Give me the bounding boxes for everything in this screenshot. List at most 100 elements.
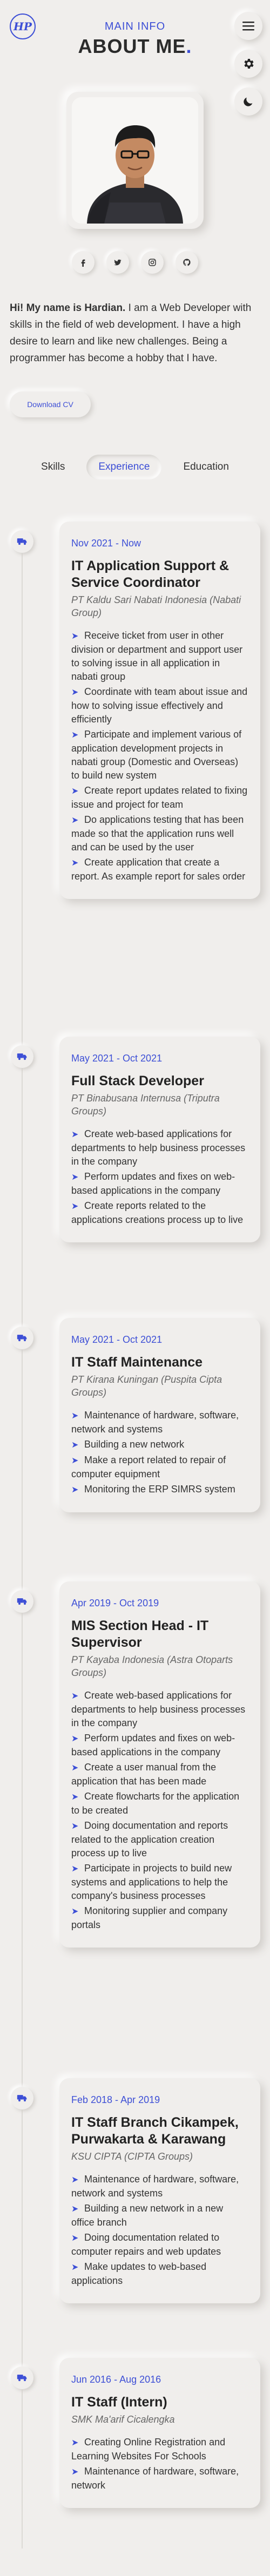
intro-paragraph: Hi! My name is Hardian. I am a Web Devel… [10,300,260,367]
experience-company: KSU CIPTA (CIPTA Groups) [71,2151,193,2162]
intro-greeting: Hi! My name is Hardian. [10,302,126,314]
duty-item: ➤ Coordinate with team about issue and ho… [71,686,248,725]
experience-role: IT Staff Branch Cikampek, Purwakarta & K… [71,2115,239,2147]
facebook-link[interactable] [72,251,94,274]
duty-item: ➤ Maintenance of hardware, software, netw… [71,2466,239,2491]
truck-icon [17,538,27,545]
send-icon: ➤ [71,1202,79,1211]
gear-icon [244,59,254,69]
experience-role: Full Stack Developer [71,1073,204,1088]
experience-period: Nov 2021 - Now [71,538,141,549]
send-icon: ➤ [71,1907,79,1916]
send-icon: ➤ [71,816,79,825]
experience-card: May 2021 - Oct 2021 IT Staff Maintenance… [59,1318,260,1512]
social-links [0,251,270,274]
send-icon: ➤ [71,858,79,868]
timeline-marker [11,2087,33,2110]
send-icon: ➤ [71,1763,79,1773]
send-icon: ➤ [71,731,79,740]
experience-card: Apr 2019 - Oct 2019 MIS Section Head - I… [59,1581,260,1948]
settings-button[interactable] [234,50,262,78]
experience-role: MIS Section Head - IT Supervisor [71,1618,209,1650]
send-icon: ➤ [71,1485,79,1495]
duty-item: ➤ Create a user manual from the applicati… [71,1762,217,1787]
send-icon: ➤ [71,1411,79,1421]
duty-item: ➤ Create web-based applications for depar… [71,1690,246,1728]
section-tabs: Skills Experience Education [0,455,270,479]
experience-duties: ➤ Maintenance of hardware, software, netw… [71,2173,248,2288]
duty-item: ➤ Maintenance of hardware, software, netw… [71,2174,239,2199]
send-icon: ➤ [71,1456,79,1465]
duty-item: ➤ Doing documentation and reports related… [71,1820,228,1858]
portrait-photo [72,97,198,224]
tab-education[interactable]: Education [171,455,241,479]
theme-toggle-button[interactable] [234,87,262,116]
instagram-icon [148,259,156,266]
timeline-line [22,540,23,2548]
duty-item: ➤ Create flowcharts for the application t… [71,1791,240,1816]
experience-card: Jun 2016 - Aug 2016 IT Staff (Intern) SM… [59,2358,260,2508]
instagram-link[interactable] [141,251,164,274]
experience-duties: ➤ Maintenance of hardware, software, netw… [71,1409,248,1497]
twitter-link[interactable] [106,251,129,274]
truck-icon [17,1335,27,1342]
experience-company: PT Binabusana Internusa (Triputra Groups… [71,1093,220,1117]
duty-item: ➤ Do applications testing that has been m… [71,814,244,853]
download-cv-button[interactable]: Download CV [10,391,91,417]
moon-icon [244,97,253,106]
experience-duties: ➤ Create web-based applications for depar… [71,1689,248,1932]
duty-item: ➤ Create reports related to the applicati… [71,1200,244,1225]
send-icon: ➤ [71,1822,79,1831]
send-icon: ➤ [71,1130,79,1139]
experience-card: Nov 2021 - Now IT Application Support & … [59,522,260,899]
experience-card: Feb 2018 - Apr 2019 IT Staff Branch Cika… [59,2078,260,2303]
experience-card: May 2021 - Oct 2021 Full Stack Developer… [59,1037,260,1242]
duty-item: ➤ Perform updates and fixes on web-based … [71,1171,235,1196]
experience-company: SMK Ma'arif Cicalengka [71,2414,175,2425]
experience-duties: ➤ Create web-based applications for depar… [71,1127,248,1227]
experience-company: PT Kirana Kuningan (Puspita Cipta Groups… [71,1374,222,1398]
experience-duties: ➤ Creating Online Registration and Learni… [71,2436,248,2492]
experience-role: IT Staff (Intern) [71,2395,167,2410]
duty-item: ➤ Building a new network [71,1438,248,1452]
duty-item: ➤ Make updates to web-based applications [71,2261,207,2286]
truck-icon [17,2095,27,2102]
send-icon: ➤ [71,787,79,796]
truck-icon [17,1598,27,1605]
send-icon: ➤ [71,2175,79,2185]
experience-period: Jun 2016 - Aug 2016 [71,2374,161,2385]
send-icon: ➤ [71,2438,79,2447]
hamburger-menu-icon [242,22,254,31]
timeline-marker [11,1590,33,1613]
duty-item: ➤ Create web-based applications for depar… [71,1128,246,1167]
tab-skills[interactable]: Skills [29,455,77,479]
duty-item: ➤ Perform updates and fixes on web-based … [71,1733,235,1757]
truck-icon [17,2375,27,2382]
send-icon: ➤ [71,1441,79,1450]
send-icon: ➤ [71,1173,79,1182]
duty-item: ➤ Maintenance of hardware, software, netw… [71,1410,239,1435]
truck-icon [17,1053,27,1060]
send-icon: ➤ [71,2467,79,2477]
send-icon: ➤ [71,2205,79,2214]
profile-photo [72,97,198,224]
duty-item: ➤ Participate in projects to build new sy… [71,1863,232,1901]
duty-item: ➤ Building a new network in a new office … [71,2203,224,2228]
duty-item: ➤ Monitoring the ERP SIMRS system [71,1483,248,1497]
duty-item: ➤ Monitoring supplier and company portals [71,1905,228,1930]
timeline-marker [11,2367,33,2389]
tab-experience[interactable]: Experience [86,455,162,479]
menu-button[interactable] [234,12,262,40]
github-link[interactable] [176,251,198,274]
duty-item: ➤ Doing documentation related to computer… [71,2232,221,2257]
duty-item: ➤ Make a report related to repair of comp… [71,1455,226,1479]
page-title: ABOUT ME. [78,35,192,57]
experience-company: PT Kaldu Sari Nabati Indonesia (Nabati G… [71,594,241,618]
duty-item: ➤ Creating Online Registration and Learni… [71,2437,226,2462]
duty-item: ➤ Receive ticket from user in other divis… [71,630,243,682]
duty-item: ➤ Create application that create a report… [71,857,246,882]
experience-period: May 2021 - Oct 2021 [71,1053,163,1064]
duty-item: ➤ Create report updates related to fixing… [71,785,248,810]
send-icon: ➤ [71,2234,79,2243]
send-icon: ➤ [71,1793,79,1802]
